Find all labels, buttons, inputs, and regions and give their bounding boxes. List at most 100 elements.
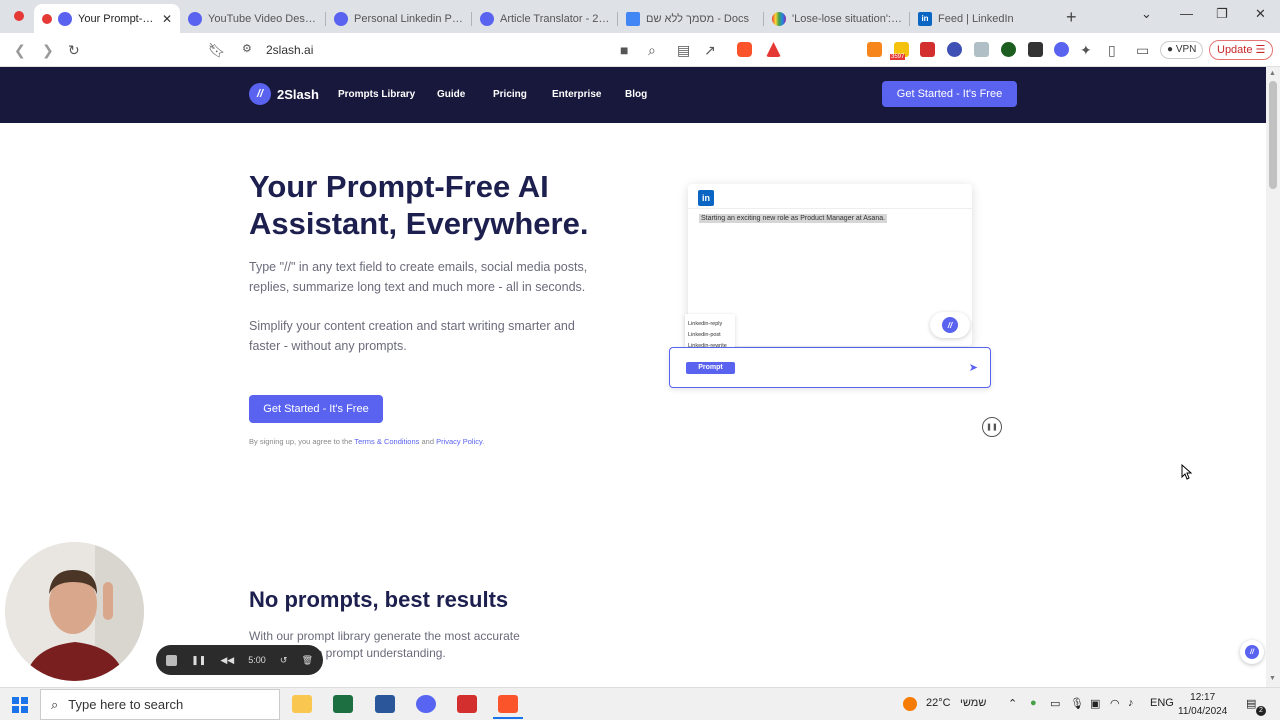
site-settings-icon[interactable]: ⚙ <box>242 42 252 55</box>
minimize-icon[interactable]: — <box>1180 6 1193 21</box>
green-extension-icon[interactable] <box>1001 42 1016 57</box>
screen-recorder-icon[interactable] <box>457 695 477 713</box>
demo-pause-button[interactable]: ❚❚ <box>982 417 1002 437</box>
demo-menu-item: Linkedin-reply <box>688 321 723 327</box>
brave-shields-icon[interactable] <box>737 42 752 57</box>
tab-nbc-news[interactable]: 'Lose-lose situation': Ne <box>764 4 910 33</box>
demo-menu-item: Linkedin-post <box>688 332 721 338</box>
tab-title: Your Prompt-Free <box>78 12 158 25</box>
clock-time: 12:17 <box>1190 692 1216 703</box>
forward-icon[interactable]: ❯ <box>42 42 54 59</box>
2slash-favicon-icon <box>188 11 202 26</box>
reload-icon[interactable]: ↻ <box>68 42 80 59</box>
discord-icon[interactable] <box>416 695 436 713</box>
word-icon[interactable] <box>375 695 395 713</box>
network-icon[interactable]: ▣ <box>1090 697 1100 710</box>
taskbar-clock[interactable]: 12:17 11/04/2024 <box>1178 691 1227 719</box>
stop-recording-button[interactable] <box>166 654 177 666</box>
excel-icon[interactable] <box>333 695 353 713</box>
nav-guide[interactable]: Guide <box>437 89 465 100</box>
brave-rewards-icon[interactable] <box>766 42 781 57</box>
extension-badge-count: 3597 <box>890 54 906 60</box>
nav-prompts-library[interactable]: Prompts Library <box>338 89 415 100</box>
camera-icon[interactable]: ■ <box>620 42 628 58</box>
extensions-puzzle-icon[interactable]: ✦ <box>1080 42 1092 59</box>
metamask-icon[interactable] <box>867 42 882 57</box>
windows-start-icon[interactable] <box>12 697 28 713</box>
language-indicator[interactable]: ENG <box>1150 697 1174 709</box>
close-icon[interactable]: ✕ <box>162 12 172 26</box>
tab-article-translator[interactable]: Article Translator - 2Slas <box>472 4 618 33</box>
site-logo[interactable]: // 2Slash <box>249 83 319 105</box>
tab-google-docs[interactable]: מסמך ללא שם - Docs <box>618 4 764 33</box>
linkedin-icon: in <box>698 190 714 206</box>
url-field[interactable]: 2slash.ai <box>266 43 313 57</box>
zoom-icon[interactable]: ⌕ <box>648 42 656 59</box>
scroll-down-icon[interactable]: ▼ <box>1269 675 1276 682</box>
scroll-up-icon[interactable]: ▲ <box>1269 70 1276 77</box>
mouse-cursor-icon <box>1181 464 1193 480</box>
update-label: Update <box>1217 44 1253 56</box>
2slash-extension-icon[interactable] <box>1054 42 1069 57</box>
bookmark-icon[interactable]: 🔖︎ <box>208 42 226 59</box>
todoist-icon[interactable] <box>920 42 935 57</box>
notifications-icon[interactable]: ▤ <box>1246 697 1256 710</box>
scroll-thumb[interactable] <box>1269 81 1277 189</box>
window-close-icon[interactable]: ✕ <box>1255 6 1266 22</box>
file-explorer-icon[interactable] <box>292 695 312 713</box>
terms-link[interactable]: Terms & Conditions <box>354 437 419 446</box>
page-scrollbar[interactable]: ▲ ▼ <box>1266 67 1280 687</box>
restart-icon[interactable]: ↺ <box>280 655 288 666</box>
weather-icon <box>903 697 917 711</box>
new-tab-button[interactable]: + <box>1066 7 1077 28</box>
extension-icon[interactable] <box>947 42 962 57</box>
wifi-icon[interactable]: ◠ <box>1110 697 1120 710</box>
delete-icon[interactable]: 🗑︎ <box>302 655 313 666</box>
nav-enterprise[interactable]: Enterprise <box>552 89 601 100</box>
tray-overflow-icon[interactable]: ⌃ <box>1008 697 1017 710</box>
share-icon[interactable]: ↗ <box>704 42 716 59</box>
tab-linkedin-post[interactable]: Personal Linkedin Post - <box>326 4 472 33</box>
search-icon: ⌕ <box>51 696 59 712</box>
restore-icon[interactable]: ❐ <box>1216 6 1228 22</box>
privacy-link[interactable]: Privacy Policy <box>436 437 482 446</box>
update-button[interactable]: Update ☰ <box>1209 40 1273 60</box>
google-docs-icon <box>626 11 640 26</box>
weather-temperature[interactable]: 22°C <box>926 697 951 709</box>
back-icon[interactable]: ❮ <box>14 42 26 59</box>
signup-terms: By signing up, you agree to the Terms & … <box>249 437 484 446</box>
hero-subdescription: Simplify your content creation and start… <box>249 319 575 353</box>
volume-icon[interactable]: ♪ <box>1128 697 1134 709</box>
brave-browser-icon[interactable] <box>498 695 518 713</box>
wallet-icon[interactable]: ▭ <box>1136 42 1149 59</box>
tab-search-icon[interactable]: ⌄ <box>1141 6 1152 22</box>
taskbar-search[interactable]: ⌕ Type here to search <box>40 689 280 720</box>
nav-blog[interactable]: Blog <box>625 89 647 100</box>
tab-2slash-home[interactable]: Your Prompt-Free ✕ <box>34 4 180 33</box>
section-description-line: With our prompt library generate the mos… <box>249 629 520 643</box>
header-get-started-button[interactable]: Get Started - It's Free <box>882 81 1017 107</box>
2slash-logo-icon: // <box>1245 645 1259 659</box>
sidebar-icon[interactable]: ▯ <box>1108 42 1116 59</box>
webcam-overlay <box>5 542 144 681</box>
demo-2slash-bubble: // <box>930 312 970 338</box>
pause-recording-icon[interactable]: ❚❚ <box>191 655 206 666</box>
search-placeholder: Type here to search <box>68 697 184 712</box>
vpn-label: VPN <box>1175 44 1197 55</box>
floating-2slash-button[interactable]: // <box>1240 640 1264 664</box>
nav-pricing[interactable]: Pricing <box>493 89 527 100</box>
vpn-button[interactable]: ● VPN <box>1160 41 1204 59</box>
microphone-icon: 🎙︎ <box>1070 698 1084 710</box>
demo-prompt-input: Prompt ➤ <box>669 347 991 388</box>
section-title: No prompts, best results <box>249 587 509 612</box>
rewind-icon[interactable]: ◀◀ <box>220 655 234 666</box>
shield-extension-icon[interactable] <box>974 42 989 57</box>
tray-app-icon[interactable]: ● <box>1030 697 1037 709</box>
address-bar: ❮ ❯ ↻ 🔖︎ ⚙ 2slash.ai ■ ⌕ ▤ ↗ 3597 ✦ ▯ ▭ … <box>0 33 1280 67</box>
hero-get-started-button[interactable]: Get Started - It's Free <box>249 395 383 423</box>
battery-icon: ▭ <box>1050 698 1061 710</box>
reader-mode-icon[interactable]: ▤ <box>677 42 690 59</box>
tab-youtube-descript[interactable]: YouTube Video Descript <box>180 4 326 33</box>
tab-linkedin-feed[interactable]: in Feed | LinkedIn <box>910 4 1056 33</box>
dark-extension-icon[interactable] <box>1028 42 1043 57</box>
